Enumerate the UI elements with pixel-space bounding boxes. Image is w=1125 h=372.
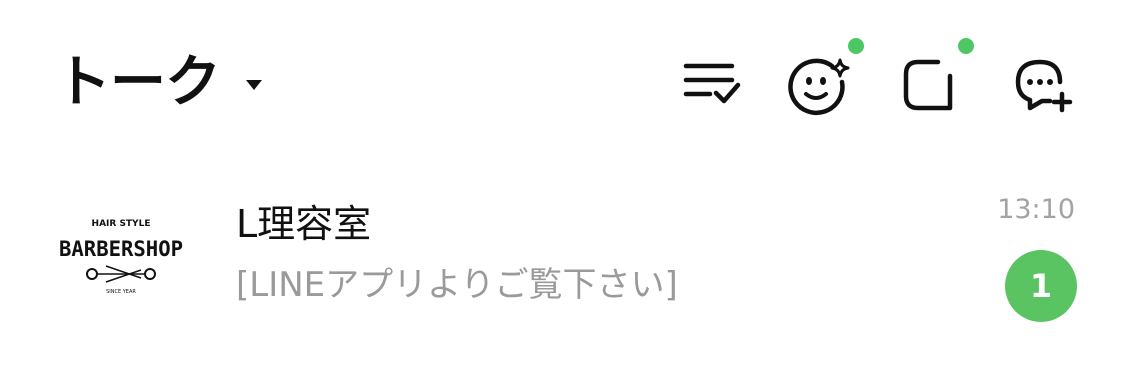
chat-time: 13:10 xyxy=(997,194,1075,225)
avatar: HAIR STYLE BARBERSHOP SINCE YEAR xyxy=(46,192,196,302)
avatar-bottom-text: SINCE YEAR xyxy=(106,289,136,295)
face-sparkle-icon[interactable] xyxy=(788,52,852,116)
caret-down-icon xyxy=(246,80,262,90)
chat-name: L理容室 xyxy=(236,202,372,246)
page-title: トーク xyxy=(55,50,221,115)
chat-list-item[interactable]: HAIR STYLE BARBERSHOP SINCE YEAR L理容室 [L… xyxy=(0,178,1125,328)
square-notch-icon[interactable] xyxy=(896,52,960,116)
talk-screen: トーク HAIR STYLE BARBERSHOP SINCE YEAR L理容… xyxy=(0,0,1125,372)
filter-check-icon[interactable] xyxy=(680,52,744,116)
chat-plus-icon[interactable] xyxy=(1010,52,1074,116)
header: トーク xyxy=(0,0,1125,170)
avatar-top-text: HAIR STYLE xyxy=(92,219,151,229)
avatar-main-text: BARBERSHOP xyxy=(59,237,183,261)
notification-dot xyxy=(958,38,974,54)
chat-preview: [LINEアプリよりご覧下さい] xyxy=(236,265,678,305)
notification-dot xyxy=(848,38,864,54)
title-dropdown[interactable]: トーク xyxy=(55,48,262,118)
unread-badge: 1 xyxy=(1005,250,1077,322)
